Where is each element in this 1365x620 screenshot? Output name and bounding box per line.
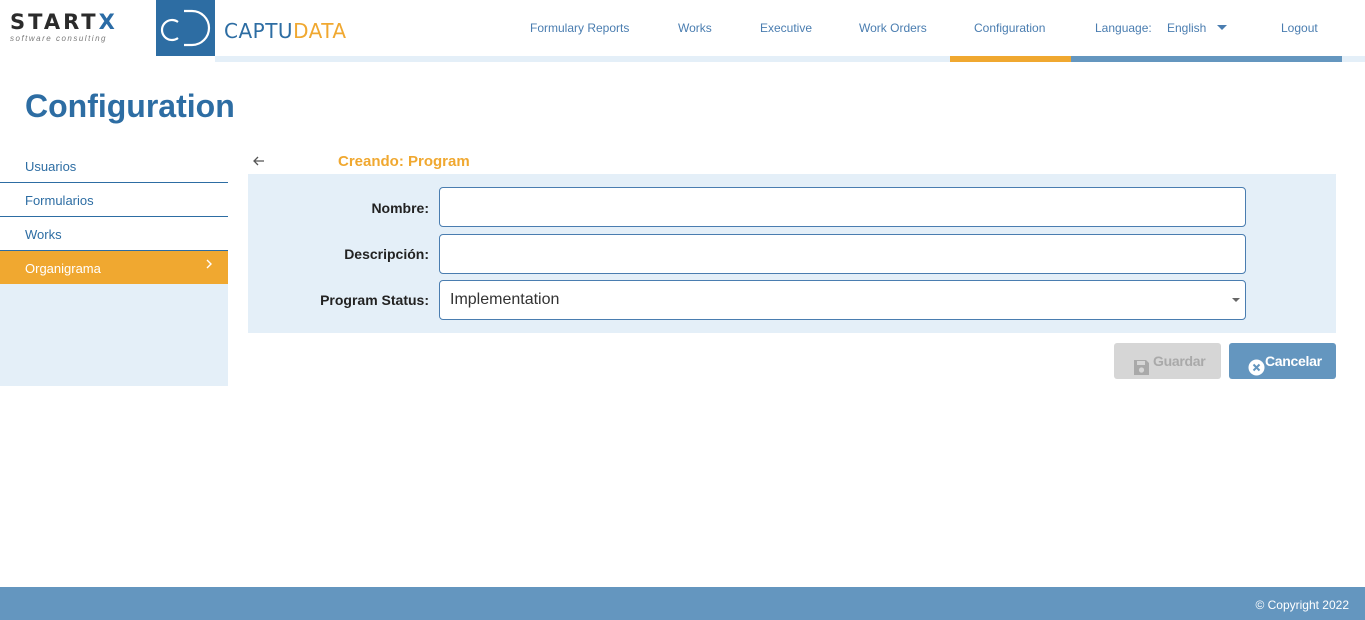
cancel-button-label: Cancelar <box>1265 353 1322 369</box>
nav-formulary-reports[interactable]: Formulary Reports <box>530 20 629 36</box>
program-status-select[interactable]: Implementation <box>439 280 1246 320</box>
save-button[interactable]: Guardar <box>1114 343 1221 379</box>
header-accent-bar-blue <box>1071 56 1342 62</box>
page-title: Configuration <box>25 88 235 124</box>
sidebar-item-label: Formularios <box>25 193 94 208</box>
startx-logo: STARTX software consulting <box>10 11 150 47</box>
save-button-label: Guardar <box>1153 353 1206 369</box>
brand-part-1: CAPTU <box>224 19 294 43</box>
sidebar: Usuarios Formularios Works Organigrama <box>0 149 228 386</box>
nav-logout[interactable]: Logout <box>1281 20 1318 36</box>
captudata-brand: CAPTUDATA <box>224 19 347 43</box>
arrow-left-icon[interactable] <box>251 153 267 169</box>
sidebar-item-label: Works <box>25 227 62 242</box>
brand-part-2: DATA <box>293 19 347 43</box>
top-header: STARTX software consulting CAPTUDATA For… <box>0 0 1365 56</box>
sidebar-item-formularios[interactable]: Formularios <box>0 183 228 217</box>
caret-down-icon[interactable] <box>1217 25 1227 30</box>
nav-works[interactable]: Works <box>678 20 712 36</box>
nav-work-orders[interactable]: Work Orders <box>859 20 927 36</box>
caret-down-icon <box>1232 298 1240 302</box>
footer: © Copyright 2022 <box>0 587 1365 620</box>
sidebar-item-works[interactable]: Works <box>0 217 228 251</box>
nombre-label: Nombre: <box>371 200 429 216</box>
sidebar-item-usuarios[interactable]: Usuarios <box>0 149 228 183</box>
captudata-logo-icon <box>156 0 215 56</box>
sidebar-item-label: Usuarios <box>25 159 77 174</box>
floppy-disk-icon <box>1133 353 1150 375</box>
sidebar-item-organigrama[interactable]: Organigrama <box>0 251 228 284</box>
nombre-input[interactable] <box>439 187 1246 227</box>
descripcion-label: Descripción: <box>344 246 429 262</box>
circle-x-icon <box>1248 353 1265 376</box>
sidebar-item-label: Organigrama <box>25 261 101 276</box>
form-title: Creando: Program <box>338 153 470 170</box>
startx-logo-word: STARTX <box>10 10 118 34</box>
active-nav-indicator <box>950 56 1071 62</box>
startx-logo-tagline: software consulting <box>10 34 107 43</box>
cancel-button[interactable]: Cancelar <box>1229 343 1336 379</box>
copyright-text: © Copyright 2022 <box>1255 598 1349 612</box>
program-status-label: Program Status: <box>320 292 429 308</box>
program-status-value: Implementation <box>450 291 560 308</box>
chevron-right-icon <box>205 258 213 272</box>
nav-configuration[interactable]: Configuration <box>974 20 1045 36</box>
language-label: Language: <box>1095 21 1152 35</box>
nav-executive[interactable]: Executive <box>760 20 812 36</box>
language-select[interactable]: English <box>1167 20 1206 36</box>
descripcion-input[interactable] <box>439 234 1246 274</box>
